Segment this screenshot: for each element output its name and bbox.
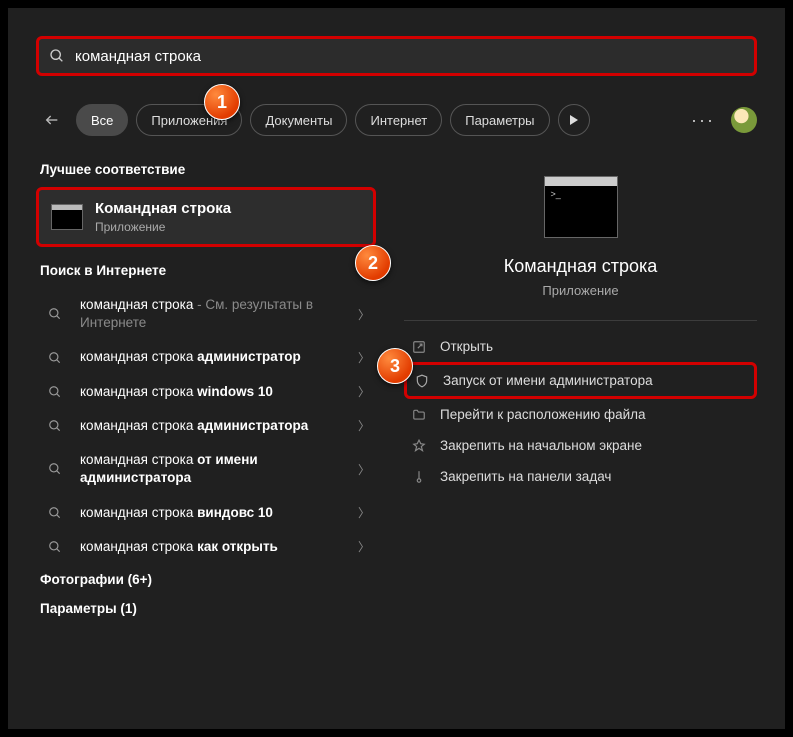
action-pin-taskbar-label: Закрепить на панели задач [440,469,611,484]
pin-taskbar-icon [410,470,428,484]
pin-icon [410,439,428,453]
filter-row: Все Приложения Документы Интернет Параме… [36,102,757,138]
action-open[interactable]: Открыть [404,331,757,362]
filter-docs[interactable]: Документы [250,104,347,136]
web-result-text: командная строка - См. результаты в Инте… [80,296,346,332]
web-result[interactable]: командная строка windows 10 〉 [36,375,376,409]
action-pin-taskbar[interactable]: Закрепить на панели задач [404,461,757,492]
search-bar[interactable] [36,36,757,76]
overflow-button[interactable]: ··· [683,110,723,131]
web-result-text: командная строка администратора [80,417,346,435]
chevron-right-icon: 〉 [358,306,370,323]
best-match-item[interactable]: Командная строка Приложение [36,187,376,247]
filter-all[interactable]: Все [76,104,128,136]
action-open-label: Открыть [440,339,493,354]
cmd-icon [51,204,83,230]
section-settings[interactable]: Параметры (1) [40,601,372,616]
annotation-badge-1: 1 [204,84,240,120]
best-match-title: Командная строка [95,200,231,217]
search-icon [42,419,68,433]
start-search-panel: Все Приложения Документы Интернет Параме… [8,8,785,729]
chevron-right-icon: 〉 [358,504,370,521]
web-result[interactable]: командная строка - См. результаты в Инте… [36,288,376,340]
search-icon [42,506,68,520]
user-avatar[interactable] [731,107,757,133]
search-icon [42,351,68,365]
chevron-right-icon: 〉 [358,349,370,366]
section-best-match: Лучшее соответствие [40,162,372,177]
back-button[interactable] [36,104,68,136]
chevron-right-icon: 〉 [358,417,370,434]
web-result-text: командная строка как открыть [80,538,346,556]
more-filters-button[interactable] [558,104,590,136]
open-icon [410,340,428,354]
action-run-as-admin-label: Запуск от имени администратора [443,373,653,388]
results-column: Лучшее соответствие Командная строка При… [36,156,376,626]
web-result[interactable]: командная строка как открыть 〉 [36,530,376,564]
preview-subtitle: Приложение [404,283,757,298]
search-icon [42,462,68,476]
chevron-right-icon: 〉 [358,538,370,555]
divider [404,320,757,321]
preview-title: Командная строка [404,256,757,277]
folder-icon [410,408,428,422]
web-result-text: командная строка от имени администратора [80,451,346,487]
search-icon [49,48,65,64]
preview-app-icon [544,176,618,238]
web-result[interactable]: командная строка от имени администратора… [36,443,376,495]
filter-settings[interactable]: Параметры [450,104,549,136]
annotation-badge-2: 2 [355,245,391,281]
action-open-location[interactable]: Перейти к расположению файла [404,399,757,430]
best-match-subtitle: Приложение [95,220,231,234]
annotation-badge-3: 3 [377,348,413,384]
shield-icon [413,374,431,388]
web-result[interactable]: командная строка администратора 〉 [36,409,376,443]
web-result-text: командная строка windows 10 [80,383,346,401]
preview-pane: Командная строка Приложение Открыть Запу… [384,156,757,626]
action-open-location-label: Перейти к расположению файла [440,407,646,422]
web-result[interactable]: командная строка администратор 〉 [36,340,376,374]
search-input[interactable] [75,48,744,65]
search-icon [42,540,68,554]
web-result-text: командная строка администратор [80,348,346,366]
search-icon [42,307,68,321]
section-web: Поиск в Интернете [40,263,372,278]
action-pin-start[interactable]: Закрепить на начальном экране [404,430,757,461]
action-pin-start-label: Закрепить на начальном экране [440,438,642,453]
section-photos[interactable]: Фотографии (6+) [40,572,372,587]
action-run-as-admin[interactable]: Запуск от имени администратора [404,362,757,399]
web-result[interactable]: командная строка виндовс 10 〉 [36,496,376,530]
search-icon [42,385,68,399]
chevron-right-icon: 〉 [358,461,370,478]
chevron-right-icon: 〉 [358,383,370,400]
filter-web[interactable]: Интернет [355,104,442,136]
web-result-text: командная строка виндовс 10 [80,504,346,522]
